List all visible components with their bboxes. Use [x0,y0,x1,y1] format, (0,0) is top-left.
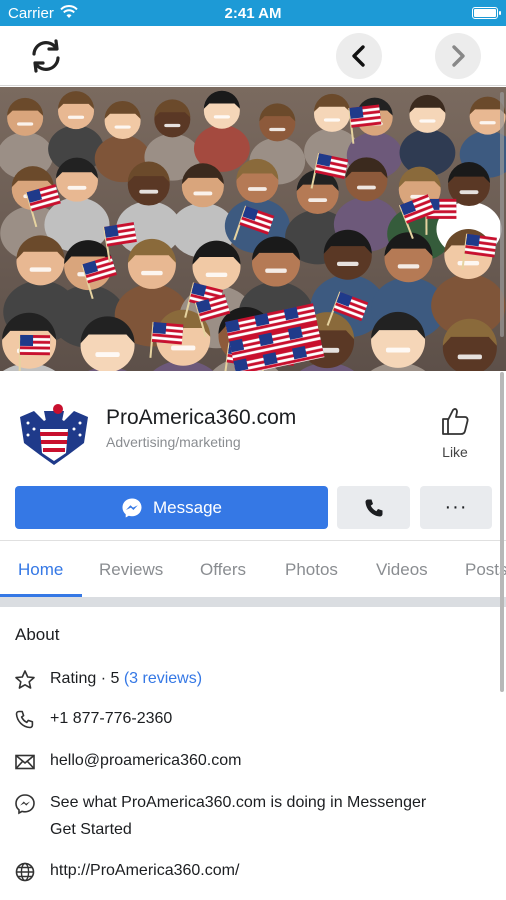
refresh-icon[interactable] [24,36,68,76]
page-logo[interactable] [14,399,94,471]
chevron-right-icon [452,45,465,67]
like-button[interactable]: Like [432,405,478,460]
call-button[interactable] [337,486,410,529]
thumbs-up-icon [442,408,469,435]
reviews-link[interactable]: (3 reviews) [124,670,202,687]
more-button[interactable]: ··· [420,486,492,529]
about-title: About [15,625,60,644]
phone-link[interactable]: +1 877-776-2360 [50,710,172,728]
message-button[interactable]: Message [15,486,328,529]
phone-icon [365,499,382,516]
messenger-icon [122,498,142,517]
messenger-text: See what ProAmerica360.com is doing in M… [50,794,427,811]
status-bar: Carrier 2:41 AM [0,0,506,26]
tab-videos[interactable]: Videos [376,560,428,580]
chevron-left-icon [352,45,365,67]
page-header: ProAmerica360.com Advertising/marketing … [0,371,506,541]
website-link[interactable]: http://ProAmerica360.com/ [50,862,239,880]
browser-toolbar [0,26,506,86]
email-link[interactable]: hello@proamerica360.com [50,752,241,770]
globe-icon [15,862,35,882]
messenger-icon [15,794,35,815]
page-tabs: Home Reviews Offers Photos Videos Posts [0,540,506,597]
section-divider [0,597,506,607]
star-icon [15,670,35,689]
tab-photos[interactable]: Photos [285,560,338,580]
cover-photo[interactable] [0,87,506,371]
like-label: Like [442,444,468,460]
page-category: Advertising/marketing [106,434,241,450]
page-name: ProAmerica360.com [106,406,297,429]
about-section: About Rating · 5 (3 reviews) +1 877-776-… [0,607,506,900]
tab-reviews[interactable]: Reviews [99,560,163,580]
forward-button[interactable] [435,33,481,79]
battery-icon [472,7,501,19]
mail-icon [15,754,35,770]
phone-icon [15,710,34,729]
message-label: Message [153,497,222,517]
rating-text: Rating · 5 [50,670,120,687]
get-started-link[interactable]: Get Started [50,821,132,839]
page-scrollbar[interactable] [500,372,504,692]
back-button[interactable] [336,33,382,79]
cover-scrollbar [500,92,504,337]
status-time: 2:41 AM [224,5,282,22]
tab-offers[interactable]: Offers [200,560,246,580]
tab-home[interactable]: Home [18,560,63,580]
